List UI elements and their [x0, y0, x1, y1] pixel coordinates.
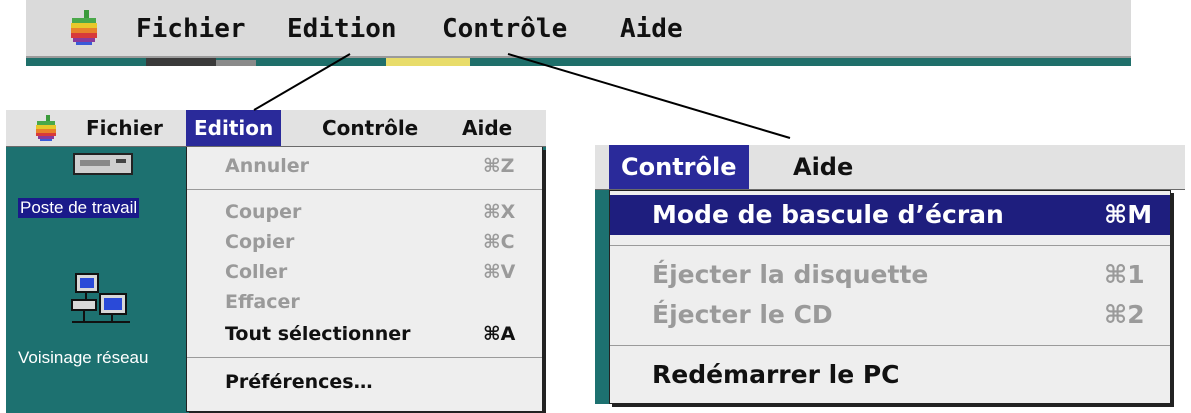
- menu-item-label: Préférences…: [225, 371, 373, 393]
- menu-separator: [187, 189, 542, 190]
- controle-menu-screenshot: Contrôle Aide Mode de bascule d’écran ⌘M…: [595, 145, 1191, 411]
- menu-item-ejecter-cd[interactable]: Éjecter le CD ⌘2: [610, 295, 1170, 335]
- menu-item-mode-bascule[interactable]: Mode de bascule d’écran ⌘M: [610, 195, 1170, 235]
- apple-menu-icon[interactable]: [70, 10, 98, 46]
- menu-item-shortcut: ⌘Z: [483, 155, 515, 177]
- menu-item-shortcut: ⌘X: [483, 201, 516, 223]
- menu-item-shortcut: ⌘2: [1104, 300, 1145, 329]
- menu-separator: [187, 357, 542, 358]
- menu-item-label: Éjecter le CD: [652, 300, 833, 329]
- menu-item-label: Redémarrer le PC: [652, 360, 900, 389]
- menu-controle-active[interactable]: Contrôle: [609, 145, 749, 189]
- desktop-icon-label[interactable]: Voisinage réseau: [18, 348, 148, 368]
- network-neighborhood-icon[interactable]: [66, 270, 136, 330]
- menu-item-ejecter-disquette[interactable]: Éjecter la disquette ⌘1: [610, 255, 1170, 295]
- computer-icon[interactable]: [72, 150, 134, 178]
- menu-item-label: Copier: [225, 231, 295, 253]
- desktop-edge: [595, 190, 609, 404]
- menu-item-couper[interactable]: Couper ⌘X: [187, 197, 542, 227]
- menu-item-coller[interactable]: Coller ⌘V: [187, 257, 542, 287]
- menu-item-annuler[interactable]: Annuler ⌘Z: [187, 151, 542, 181]
- menu-edition-active[interactable]: Edition: [186, 110, 282, 146]
- menu-separator: [610, 245, 1170, 246]
- menu-item-copier[interactable]: Copier ⌘C: [187, 227, 542, 257]
- menu-aide[interactable]: Aide: [454, 110, 520, 146]
- menu-item-redemarrer[interactable]: Redémarrer le PC: [610, 355, 1170, 395]
- menu-item-label: Éjecter la disquette: [652, 260, 929, 289]
- edition-dropdown-menu: Annuler ⌘Z Couper ⌘X Copier ⌘C Coller ⌘V…: [186, 147, 543, 412]
- menu-controle[interactable]: Contrôle: [314, 110, 426, 146]
- menu-item-shortcut: ⌘1: [1104, 260, 1145, 289]
- menu-item-tout-selectionner[interactable]: Tout sélectionner ⌘A: [187, 319, 542, 349]
- menu-item-shortcut: ⌘V: [483, 261, 516, 283]
- controle-dropdown-menu: Mode de bascule d’écran ⌘M Éjecter la di…: [609, 190, 1171, 404]
- menu-separator: [610, 345, 1170, 346]
- top-menubar: Fichier Edition Contrôle Aide: [26, 0, 1131, 58]
- menu-item-preferences[interactable]: Préférences…: [187, 367, 542, 397]
- callout-line-controle: [507, 53, 791, 139]
- menu-item-shortcut: ⌘A: [483, 323, 516, 345]
- menu-item-label: Annuler: [225, 155, 310, 177]
- desktop-icon-label[interactable]: Poste de travail: [18, 198, 140, 218]
- edition-menu-screenshot: Fichier Edition Contrôle Aide Poste de t…: [6, 110, 546, 413]
- desktop-strip: [26, 58, 1131, 66]
- small-menubar: Fichier Edition Contrôle Aide: [6, 110, 546, 147]
- menu-aide[interactable]: Aide: [781, 145, 865, 189]
- menu-item-label: Coller: [225, 261, 288, 283]
- apple-menu-icon[interactable]: [36, 115, 56, 141]
- menu-aide[interactable]: Aide: [620, 9, 683, 49]
- menu-item-label: Mode de bascule d’écran: [652, 200, 1004, 229]
- menu-edition[interactable]: Edition: [287, 9, 397, 49]
- small-menubar: Contrôle Aide: [595, 145, 1185, 190]
- menu-item-label: Couper: [225, 201, 302, 223]
- menu-item-effacer[interactable]: Effacer: [187, 287, 542, 317]
- menu-item-shortcut: ⌘C: [483, 231, 515, 253]
- menu-item-label: Effacer: [225, 291, 300, 313]
- menu-fichier[interactable]: Fichier: [78, 110, 171, 146]
- menu-fichier[interactable]: Fichier: [136, 9, 246, 49]
- menu-item-shortcut: ⌘M: [1104, 200, 1153, 229]
- menu-controle[interactable]: Contrôle: [442, 9, 567, 49]
- menu-item-label: Tout sélectionner: [225, 323, 411, 345]
